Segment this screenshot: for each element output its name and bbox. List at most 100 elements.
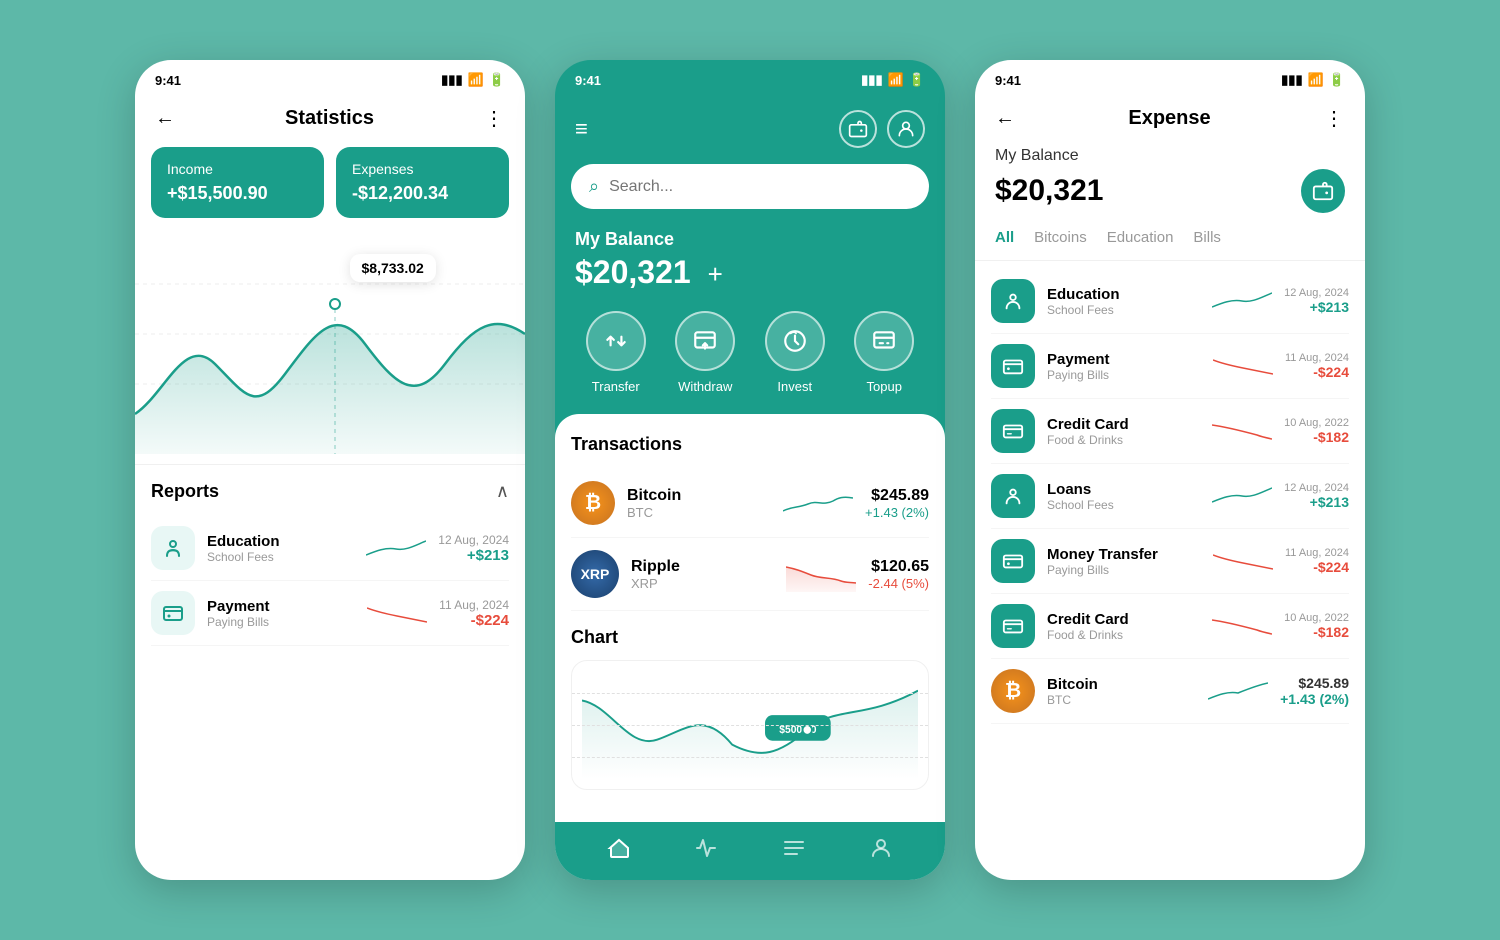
back-button[interactable]: ← [155, 107, 175, 130]
expense-right: 11 Aug, 2024 -$224 [1285, 547, 1349, 575]
expense-right: 10 Aug, 2022 -$182 [1284, 417, 1349, 445]
income-label: Income [167, 161, 308, 177]
menu-button[interactable]: ≡ [575, 116, 588, 142]
balance-amount: $20,321 [995, 174, 1103, 208]
expense-info: Education School Fees [1047, 286, 1200, 317]
tab-education[interactable]: Education [1107, 229, 1174, 246]
expense-icon [991, 279, 1035, 323]
education-icon [161, 536, 185, 560]
wallet-icon [1312, 180, 1334, 202]
invest-button[interactable]: Invest [765, 311, 825, 394]
tx-change: -2.44 (5%) [868, 576, 929, 591]
right-header: ← Expense ⋮ [975, 96, 1365, 147]
report-name: Payment [207, 598, 355, 615]
profile-button[interactable] [887, 110, 925, 148]
mini-chart-education [366, 533, 426, 563]
invest-label: Invest [777, 379, 812, 394]
expense-info: Bitcoin BTC [1047, 676, 1196, 707]
status-icons-middle: ▮▮▮ 📶 🔋 [861, 72, 925, 88]
nav-transactions-button[interactable] [782, 836, 806, 866]
expense-amount: -$224 [1285, 559, 1349, 575]
expense-tabs: All Bitcoins Education Bills [975, 229, 1365, 261]
grid-line [572, 693, 928, 694]
expense-item-creditcard[interactable]: Credit Card Food & Drinks 10 Aug, 2022 -… [991, 399, 1349, 464]
add-balance-button[interactable]: + [708, 259, 723, 289]
mid-content: 9:41 ▮▮▮ 📶 🔋 ≡ [555, 60, 945, 880]
expense-item-moneytransfer[interactable]: Money Transfer Paying Bills 11 Aug, 2024… [991, 529, 1349, 594]
tab-bitcoins[interactable]: Bitcoins [1034, 229, 1087, 246]
transfer-button[interactable]: Transfer [586, 311, 646, 394]
expense-right: 12 Aug, 2024 +$213 [1284, 482, 1349, 510]
nav-home-button[interactable] [607, 836, 631, 866]
expense-item-bitcoin[interactable]: ₿ Bitcoin BTC $245.89 +1.43 (2%) [991, 659, 1349, 724]
expense-item-payment[interactable]: Payment Paying Bills 11 Aug, 2024 -$224 [991, 334, 1349, 399]
bitcoin-logo: ₿ [571, 481, 615, 525]
report-date: 11 Aug, 2024 [439, 598, 509, 612]
report-right-payment: 11 Aug, 2024 -$224 [439, 598, 509, 629]
time-right: 9:41 [995, 73, 1021, 88]
transfer-icon [586, 311, 646, 371]
expense-item-education[interactable]: Education School Fees 12 Aug, 2024 +$213 [991, 269, 1349, 334]
tab-bills[interactable]: Bills [1193, 229, 1221, 246]
expense-name: Loans [1047, 481, 1200, 498]
transactions-title: Transactions [571, 434, 929, 455]
stats-cards: Income +$15,500.90 Expenses -$12,200.34 [135, 147, 525, 234]
nav-activity-button[interactable] [694, 836, 718, 866]
loans-icon [1002, 485, 1024, 507]
withdraw-button[interactable]: Withdraw [675, 311, 735, 394]
expense-info: Loans School Fees [1047, 481, 1200, 512]
reports-section: Reports ∧ Education School Fees 12 Aug, … [135, 464, 525, 646]
expense-date: 12 Aug, 2024 [1284, 482, 1349, 494]
expense-icon [991, 344, 1035, 388]
tx-info-btc: Bitcoin BTC [627, 487, 771, 520]
action-buttons: Transfer Withdraw [555, 311, 945, 414]
xrp-mini-chart [786, 557, 856, 592]
status-bar-middle: 9:41 ▮▮▮ 📶 🔋 [555, 60, 945, 96]
withdraw-icon [675, 311, 735, 371]
expense-info: Credit Card Food & Drinks [1047, 416, 1200, 447]
report-info-education: Education School Fees [207, 533, 354, 564]
expense-amount: -$224 [1285, 364, 1349, 380]
transaction-item-btc[interactable]: ₿ Bitcoin BTC $245.89 +1.43 (2%) [571, 469, 929, 538]
expense-item-loans[interactable]: Loans School Fees 12 Aug, 2024 +$213 [991, 464, 1349, 529]
expense-amount: -$182 [1284, 624, 1349, 640]
expense-date: 11 Aug, 2024 [1285, 547, 1349, 559]
creditcard-icon [1002, 615, 1024, 637]
topup-icon [854, 311, 914, 371]
time-left: 9:41 [155, 73, 181, 88]
balance-row: $20,321 [995, 169, 1345, 213]
more-menu-button[interactable]: ⋮ [484, 106, 505, 131]
wallet-button[interactable] [839, 110, 877, 148]
expense-date: 10 Aug, 2022 [1284, 612, 1349, 624]
balance-section: My Balance $20,321 + [555, 229, 945, 311]
report-right-education: 12 Aug, 2024 +$213 [438, 533, 509, 564]
report-name: Education [207, 533, 354, 550]
ripple-logo: XRP [571, 550, 619, 598]
search-bar[interactable]: ⌕ [571, 164, 929, 209]
wifi-icon: 📶 [888, 72, 904, 88]
expense-sub: Paying Bills [1047, 368, 1201, 382]
collapse-button[interactable]: ∧ [496, 481, 509, 502]
chart-svg [135, 234, 525, 454]
more-menu-button[interactable]: ⋮ [1324, 106, 1345, 131]
expense-balance-section: My Balance $20,321 [975, 147, 1365, 229]
wallet-icon-button[interactable] [1301, 169, 1345, 213]
statistics-chart: $8,733.02 [135, 234, 525, 454]
tx-right-btc: $245.89 +1.43 (2%) [865, 487, 929, 520]
nav-profile-button[interactable] [869, 836, 893, 866]
back-button[interactable]: ← [995, 107, 1015, 130]
page-title: Statistics [285, 107, 374, 130]
battery-icon: 🔋 [1329, 72, 1345, 88]
transaction-item-xrp[interactable]: XRP Ripple XRP $120.65 [571, 538, 929, 611]
search-input[interactable] [609, 178, 911, 196]
mini-chart [1212, 287, 1272, 315]
statistics-phone: 9:41 ▮▮▮ 📶 🔋 ← Statistics ⋮ Income +$15,… [135, 60, 525, 880]
expense-right: 10 Aug, 2022 -$182 [1284, 612, 1349, 640]
reports-title: Reports [151, 481, 219, 502]
balance-label: My Balance [995, 147, 1345, 165]
topup-button[interactable]: Topup [854, 311, 914, 394]
expense-item-creditcard2[interactable]: Credit Card Food & Drinks 10 Aug, 2022 -… [991, 594, 1349, 659]
report-info-payment: Payment Paying Bills [207, 598, 355, 629]
tab-all[interactable]: All [995, 229, 1014, 246]
tx-amount: $245.89 [865, 487, 929, 505]
